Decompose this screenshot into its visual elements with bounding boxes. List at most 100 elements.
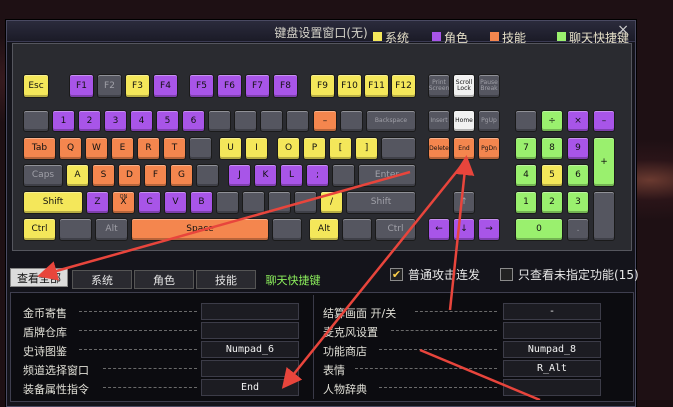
key-slash[interactable]: / bbox=[320, 191, 343, 214]
key-d[interactable]: D bbox=[118, 164, 141, 187]
keybind-value[interactable] bbox=[503, 379, 601, 396]
keybind-value[interactable]: Numpad_6 bbox=[201, 341, 299, 358]
key-esc[interactable]: Esc bbox=[23, 74, 49, 98]
list-item[interactable]: 装备属性指令 End bbox=[23, 379, 313, 397]
key-menu[interactable] bbox=[342, 218, 372, 241]
key-semicolon[interactable]: ; bbox=[306, 164, 329, 187]
key-insert[interactable]: Insert bbox=[428, 110, 450, 132]
key-arrow-up[interactable]: ↑ bbox=[453, 191, 475, 214]
key-pgup[interactable]: PgUp bbox=[478, 110, 500, 132]
key-quote[interactable] bbox=[332, 164, 355, 187]
key-left-alt[interactable]: Alt bbox=[95, 218, 128, 241]
key-j[interactable]: J bbox=[228, 164, 251, 187]
key-6[interactable]: 6 bbox=[182, 110, 205, 132]
key-9[interactable] bbox=[260, 110, 283, 132]
key-arrow-right[interactable]: → bbox=[478, 218, 500, 241]
option-unassigned-only[interactable]: 只查看未指定功能(15) bbox=[500, 266, 639, 283]
key-right-alt[interactable]: Alt bbox=[309, 218, 339, 241]
key-numlock[interactable] bbox=[515, 110, 537, 132]
key-f7[interactable]: F7 bbox=[245, 74, 270, 98]
key-n[interactable] bbox=[216, 191, 239, 214]
key-right-bracket[interactable]: ] bbox=[355, 137, 378, 160]
key-right-win[interactable] bbox=[272, 218, 302, 241]
key-period[interactable] bbox=[294, 191, 317, 214]
key-l[interactable]: L bbox=[280, 164, 303, 187]
key-numpad-enter[interactable] bbox=[593, 191, 615, 241]
key-numpad-6[interactable]: 6 bbox=[567, 164, 589, 187]
key-pause-break[interactable]: Pause Break bbox=[478, 74, 500, 98]
key-5[interactable]: 5 bbox=[156, 110, 179, 132]
key-t[interactable]: T bbox=[163, 137, 186, 160]
list-item[interactable]: 结算画面 开/关 - bbox=[323, 303, 623, 321]
key-x[interactable]: ON X bbox=[112, 191, 135, 214]
keybind-value[interactable] bbox=[201, 322, 299, 339]
key-numpad-8[interactable]: 8 bbox=[541, 137, 563, 160]
keybind-value[interactable] bbox=[503, 322, 601, 339]
key-4[interactable]: 4 bbox=[130, 110, 153, 132]
key-numpad-5[interactable]: 5 bbox=[541, 164, 563, 187]
key-v[interactable]: V bbox=[164, 191, 187, 214]
key-numpad-minus[interactable]: – bbox=[593, 110, 615, 132]
key-q[interactable]: Q bbox=[59, 137, 82, 160]
key-f3[interactable]: F3 bbox=[125, 74, 150, 98]
key-arrow-down[interactable]: ↓ bbox=[453, 218, 475, 241]
key-backslash[interactable] bbox=[381, 137, 416, 160]
key-left-ctrl[interactable]: Ctrl bbox=[23, 218, 56, 241]
key-backspace[interactable]: Backspace bbox=[366, 110, 416, 132]
key-left-win[interactable] bbox=[59, 218, 92, 241]
key-pgdn[interactable]: PgDn bbox=[478, 137, 500, 160]
key-numpad-divide[interactable]: ÷ bbox=[541, 110, 563, 132]
key-2[interactable]: 2 bbox=[78, 110, 101, 132]
key-enter[interactable]: Enter bbox=[358, 164, 416, 187]
key-numpad-dot[interactable]: . bbox=[567, 218, 589, 241]
key-arrow-left[interactable]: ← bbox=[428, 218, 450, 241]
key-s[interactable]: S bbox=[92, 164, 115, 187]
keybind-value[interactable] bbox=[201, 360, 299, 377]
key-r[interactable]: R bbox=[137, 137, 160, 160]
key-f11[interactable]: F11 bbox=[364, 74, 389, 98]
key-delete[interactable]: Delete bbox=[428, 137, 450, 160]
keybind-value[interactable] bbox=[201, 303, 299, 320]
key-u[interactable]: U bbox=[219, 137, 242, 160]
key-tab[interactable]: Tab bbox=[23, 137, 56, 160]
key-m[interactable] bbox=[242, 191, 265, 214]
checkbox-checked-icon[interactable]: ✔ bbox=[390, 268, 403, 281]
key-1[interactable]: 1 bbox=[52, 110, 75, 132]
key-w[interactable]: W bbox=[85, 137, 108, 160]
key-f8[interactable]: F8 bbox=[273, 74, 298, 98]
key-7[interactable] bbox=[208, 110, 231, 132]
key-numpad-multiply[interactable]: × bbox=[567, 110, 589, 132]
keybind-value[interactable]: - bbox=[503, 303, 601, 320]
key-caps[interactable]: Caps bbox=[23, 164, 63, 187]
key-f1[interactable]: F1 bbox=[69, 74, 94, 98]
key-equals[interactable] bbox=[340, 110, 363, 132]
list-item[interactable]: 麦克风设置 bbox=[323, 322, 623, 340]
key-f12[interactable]: F12 bbox=[391, 74, 416, 98]
option-normal-attack[interactable]: ✔ 普通攻击连发 bbox=[390, 266, 480, 283]
key-f4[interactable]: F4 bbox=[153, 74, 178, 98]
key-f2[interactable]: F2 bbox=[97, 74, 122, 98]
key-h[interactable] bbox=[196, 164, 219, 187]
key-comma[interactable] bbox=[268, 191, 291, 214]
key-scroll-lock[interactable]: Scroll Lock bbox=[453, 74, 475, 98]
list-item[interactable]: 人物辞典 bbox=[323, 379, 623, 397]
key-space[interactable]: Space bbox=[131, 218, 269, 241]
list-item[interactable]: 功能商店 Numpad_8 bbox=[323, 341, 623, 359]
key-left-shift[interactable]: Shift bbox=[23, 191, 83, 214]
key-end[interactable]: End bbox=[453, 137, 475, 160]
key-c[interactable]: C bbox=[138, 191, 161, 214]
key-numpad-0[interactable]: 0 bbox=[515, 218, 563, 241]
keybind-value[interactable]: R_Alt bbox=[503, 360, 601, 377]
list-item[interactable]: 金币寄售 bbox=[23, 303, 313, 321]
key-0[interactable] bbox=[286, 110, 309, 132]
key-numpad-2[interactable]: 2 bbox=[541, 191, 563, 214]
key-b[interactable]: B bbox=[190, 191, 213, 214]
key-numpad-9[interactable]: 9 bbox=[567, 137, 589, 160]
key-a[interactable]: A bbox=[66, 164, 89, 187]
key-right-ctrl[interactable]: Ctrl bbox=[375, 218, 416, 241]
key-home[interactable]: Home bbox=[453, 110, 475, 132]
checkbox-empty-icon[interactable] bbox=[500, 268, 513, 281]
key-p[interactable]: P bbox=[303, 137, 326, 160]
key-f10[interactable]: F10 bbox=[337, 74, 362, 98]
list-item[interactable]: 表情 R_Alt bbox=[323, 360, 623, 378]
